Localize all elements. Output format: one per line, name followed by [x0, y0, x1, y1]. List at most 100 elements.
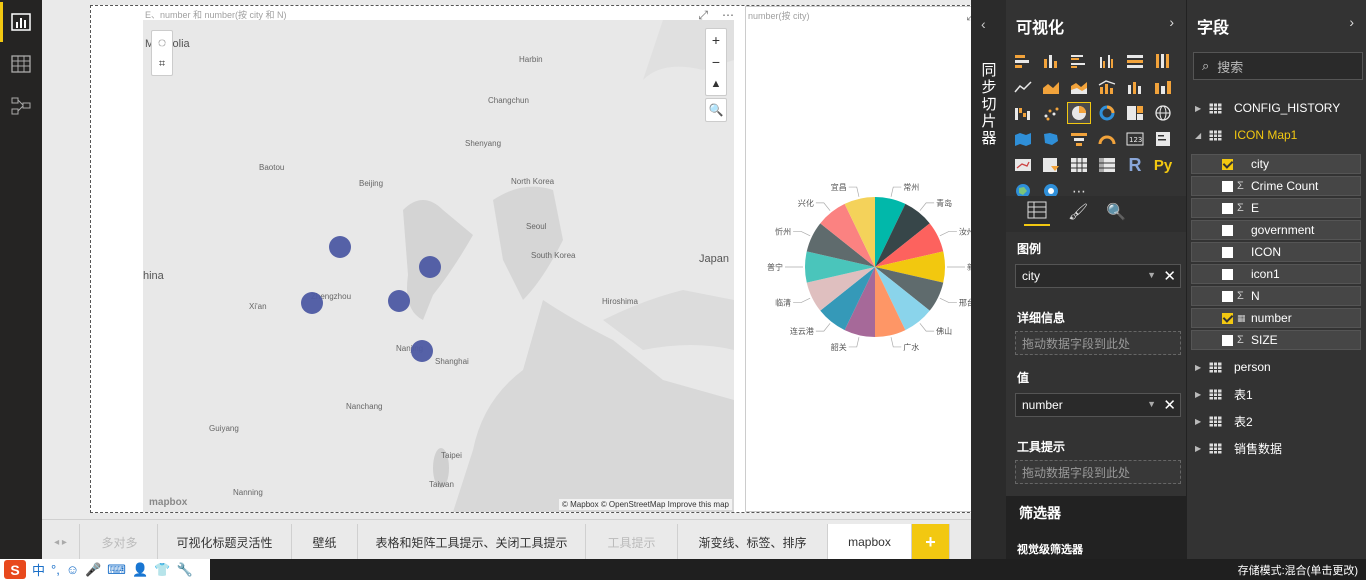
expand-icon[interactable]: ▶	[1195, 417, 1209, 426]
tab-many-to-many[interactable]: 多对多	[82, 524, 158, 560]
100-stacked-column-icon[interactable]	[1151, 50, 1175, 72]
r-script-icon[interactable]: R	[1123, 154, 1147, 176]
lasso-icon[interactable]: ◌	[151, 31, 173, 53]
map-canvas[interactable]: Mongolia Harbin Changchun Shenyang Baoto…	[143, 20, 734, 512]
user-icon[interactable]: 👤	[132, 562, 148, 578]
tab-table-tooltips[interactable]: 表格和矩阵工具提示、关闭工具提示	[358, 524, 586, 560]
analytics-icon[interactable]: 🔍	[1106, 202, 1126, 222]
map-point[interactable]	[329, 236, 351, 258]
tab-scroll-buttons[interactable]: ◂ ▸	[42, 524, 80, 560]
stacked-bar-icon[interactable]	[1011, 50, 1035, 72]
map-visual[interactable]: E、number 和 number(按 city 和 N) ⤢ ⋯ Harbin…	[143, 6, 736, 512]
line-stacked-column-icon[interactable]	[1123, 76, 1147, 98]
filters-collapsed-strip[interactable]: ‹ 同步切片器	[971, 0, 1006, 559]
add-page-button[interactable]: +	[912, 524, 950, 560]
ime-punctuation[interactable]: °,	[51, 562, 60, 577]
checkbox[interactable]	[1222, 268, 1233, 280]
slicer-icon[interactable]	[1039, 154, 1063, 176]
expand-icon[interactable]: ▶	[1195, 363, 1209, 372]
globe-map-icon[interactable]	[1151, 102, 1175, 124]
collapse-icon[interactable]: ◢	[1195, 131, 1209, 140]
field-number[interactable]: ▦ number	[1191, 308, 1361, 328]
storage-mode-status[interactable]: 存储模式:混合(单击更改)	[1238, 562, 1358, 578]
field-government[interactable]: government	[1191, 220, 1361, 240]
map-point[interactable]	[411, 340, 433, 362]
matrix-icon[interactable]	[1095, 154, 1119, 176]
smiley-icon[interactable]: ☺	[66, 562, 79, 577]
legend-well[interactable]: city ▼ ✕	[1015, 264, 1181, 288]
wrench-icon[interactable]: 🔧	[176, 562, 192, 578]
100-stacked-bar-icon[interactable]	[1123, 50, 1147, 72]
zoom-in-icon[interactable]: +	[705, 29, 727, 51]
checkbox[interactable]	[1222, 158, 1233, 170]
model-view-button[interactable]	[0, 86, 42, 126]
compass-icon[interactable]: ▲	[705, 73, 727, 95]
field-e[interactable]: ΣE	[1191, 198, 1361, 218]
checkbox[interactable]	[1222, 224, 1233, 236]
map-attribution[interactable]: © Mapbox © OpenStreetMap Improve this ma…	[559, 499, 732, 510]
chevron-right-icon[interactable]: ›	[1169, 14, 1174, 30]
chevron-left-icon[interactable]: ‹	[981, 16, 986, 32]
expand-icon[interactable]: ▶	[1195, 104, 1209, 113]
table-person[interactable]: ▶ person	[1195, 357, 1271, 377]
checkbox[interactable]	[1222, 334, 1233, 346]
report-view-button[interactable]	[0, 2, 42, 42]
remove-field-icon[interactable]: ✕	[1163, 267, 1176, 285]
microphone-icon[interactable]: 🎤	[85, 562, 101, 578]
ribbon-chart-icon[interactable]	[1151, 76, 1175, 98]
field-crime-count[interactable]: Σ Crime Count	[1191, 176, 1361, 196]
checkbox[interactable]	[1222, 246, 1233, 258]
field-icon[interactable]: ICON	[1191, 242, 1361, 262]
shape-map-icon[interactable]	[1039, 128, 1063, 150]
fields-search-input[interactable]: ⌕ 搜索	[1193, 52, 1363, 80]
expand-icon[interactable]: ▶	[1195, 444, 1209, 453]
checkbox[interactable]	[1222, 202, 1233, 214]
field-size[interactable]: Σ SIZE	[1191, 330, 1361, 350]
card-icon[interactable]: 123	[1123, 128, 1147, 150]
table-biao1[interactable]: ▶ 表1	[1195, 384, 1253, 404]
remove-field-icon[interactable]: ✕	[1163, 396, 1176, 414]
table-biao2[interactable]: ▶ 表2	[1195, 411, 1253, 431]
map-point[interactable]	[419, 256, 441, 278]
tooltips-well[interactable]: 拖动数据字段到此处	[1015, 460, 1181, 484]
keyboard-icon[interactable]: ⌨	[107, 562, 126, 578]
select-square-icon[interactable]: ⌗	[151, 53, 173, 75]
pie-chart-icon[interactable]	[1067, 102, 1091, 124]
ime-chinese-mode[interactable]: 中	[32, 560, 45, 579]
checkbox[interactable]	[1222, 180, 1233, 192]
expand-icon[interactable]: ▶	[1195, 390, 1209, 399]
format-roller-icon[interactable]: 🖌	[1068, 202, 1088, 222]
shirt-icon[interactable]: 👕	[154, 562, 170, 578]
line-clustered-column-icon[interactable]	[1095, 76, 1119, 98]
table-visual-icon[interactable]	[1067, 154, 1091, 176]
python-script-icon[interactable]: Py	[1151, 154, 1175, 176]
clustered-column-icon[interactable]	[1095, 50, 1119, 72]
treemap-icon[interactable]	[1123, 102, 1147, 124]
gauge-icon[interactable]	[1095, 128, 1119, 150]
tab-visual-title[interactable]: 可视化标题灵活性	[158, 524, 292, 560]
clustered-bar-icon[interactable]	[1067, 50, 1091, 72]
donut-chart-icon[interactable]	[1095, 102, 1119, 124]
magnify-icon[interactable]: 🔍	[705, 99, 727, 121]
map-point[interactable]	[301, 292, 323, 314]
table-sales-data[interactable]: ▶ 销售数据	[1195, 438, 1282, 458]
table-config-history[interactable]: ▶ CONFIG_HISTORY	[1195, 98, 1340, 118]
chevron-down-icon[interactable]: ▼	[1147, 399, 1156, 409]
field-icon1[interactable]: icon1	[1191, 264, 1361, 284]
tab-wallpaper[interactable]: 壁纸	[292, 524, 358, 560]
tab-gradient[interactable]: 渐变线、标签、排序	[678, 524, 828, 560]
fields-tab-icon[interactable]	[1024, 200, 1050, 226]
chevron-down-icon[interactable]: ▼	[1147, 270, 1156, 280]
multi-row-card-icon[interactable]	[1151, 128, 1175, 150]
chevron-right-icon[interactable]: ›	[1349, 14, 1354, 30]
details-well[interactable]: 拖动数据字段到此处	[1015, 331, 1181, 355]
scatter-icon[interactable]	[1039, 102, 1063, 124]
funnel-icon[interactable]	[1067, 128, 1091, 150]
sync-slicers-label[interactable]: 同步切片器	[981, 62, 997, 147]
tab-mapbox[interactable]: mapbox	[828, 524, 912, 560]
kpi-icon[interactable]	[1011, 154, 1035, 176]
zoom-out-icon[interactable]: −	[705, 51, 727, 73]
field-city[interactable]: city	[1191, 154, 1361, 174]
ime-toolbar[interactable]: S 中 °, ☺ 🎤 ⌨ 👤 👕 🔧	[0, 559, 210, 580]
checkbox[interactable]	[1222, 312, 1233, 324]
